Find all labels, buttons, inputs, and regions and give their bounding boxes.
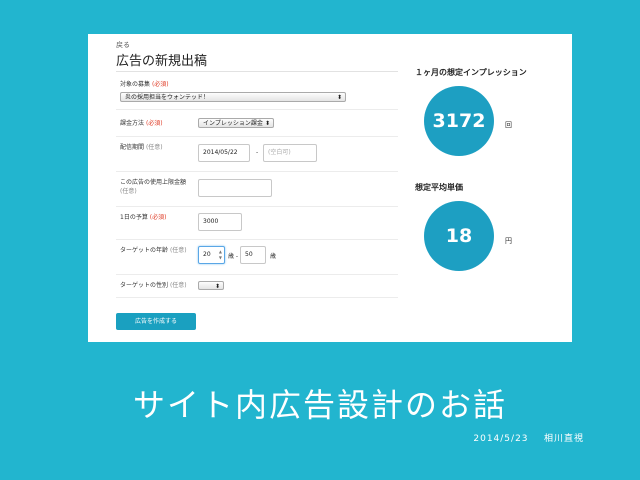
age-min-input[interactable]: 20 ▲ ▼: [198, 246, 225, 264]
unit-price-heading: 想定平均単価: [415, 183, 463, 192]
impressions-value: 3172: [432, 110, 486, 132]
daily-budget-label: 1日の予算 (必須): [120, 214, 167, 221]
target-job-label: 対象の募集 (必須): [120, 81, 169, 88]
stepper-arrows-icon[interactable]: ▲ ▼: [219, 249, 222, 261]
period-separator: -: [256, 149, 259, 156]
form-row-gender: ターゲットの性別 (任意) ⬍: [116, 275, 398, 298]
billing-select[interactable]: インプレッション課金 ⬍: [198, 118, 274, 128]
select-arrows-icon: ⬍: [214, 283, 220, 290]
page-title: 広告の新規出稿: [116, 54, 208, 69]
optional-tag: (任意): [169, 247, 187, 254]
form-row-target-job: 対象の募集 (必須) 炎の採用担当をウォンテッド！ ⬍: [116, 72, 398, 110]
impressions-circle: 3172: [424, 86, 494, 156]
optional-tag: (任意): [169, 282, 187, 289]
unit-price-circle: 18: [424, 201, 494, 271]
gender-label: ターゲットの性別 (任意): [120, 282, 187, 289]
required-tag: (必須): [151, 81, 169, 88]
slide-byline: 2014/5/23 相川直視: [473, 431, 584, 444]
slide-date: 2014/5/23: [473, 434, 529, 444]
optional-tag: (任意): [120, 188, 137, 195]
create-ad-button[interactable]: 広告を作成する: [116, 313, 196, 330]
optional-tag: (任意): [145, 144, 163, 151]
slide-title: サイト内広告設計のお話: [132, 386, 507, 424]
select-arrows-icon: ⬍: [336, 94, 342, 101]
daily-budget-input[interactable]: 3000: [198, 213, 242, 231]
select-arrows-icon: ⬍: [264, 120, 270, 127]
budget-limit-label: この広告の使用上限金額 (任意): [120, 179, 187, 195]
unit-price-unit: 円: [505, 237, 512, 245]
form-row-period: 配信期間 (任意) 2014/05/22 - (空白可): [116, 137, 398, 172]
impressions-heading: １ヶ月の想定インプレッション: [415, 68, 527, 77]
required-tag: (必須): [149, 214, 167, 221]
budget-limit-input[interactable]: [198, 179, 272, 197]
back-link[interactable]: 戻る: [116, 40, 130, 50]
period-start-input[interactable]: 2014/05/22: [198, 144, 250, 162]
screenshot-frame: 戻る 広告の新規出稿 対象の募集 (必須) 炎の採用担当をウォンテッド！ ⬍ 課…: [88, 34, 572, 342]
period-label: 配信期間 (任意): [120, 144, 163, 151]
form-row-billing: 課金方法 (必須) インプレッション課金 ⬍: [116, 110, 398, 137]
form-row-age: ターゲットの年齢 (任意) 20 ▲ ▼ 歳 - 50 歳: [116, 240, 398, 275]
period-end-input[interactable]: (空白可): [263, 144, 317, 162]
required-tag: (必須): [145, 120, 163, 127]
form-row-budget-limit: この広告の使用上限金額 (任意): [116, 172, 398, 207]
age-unit-to: 歳: [270, 253, 277, 260]
age-max-input[interactable]: 50: [240, 246, 266, 264]
age-unit-from: 歳 -: [228, 253, 239, 260]
age-label: ターゲットの年齢 (任意): [120, 247, 187, 254]
target-job-select[interactable]: 炎の採用担当をウォンテッド！ ⬍: [120, 92, 346, 102]
gender-select[interactable]: ⬍: [198, 281, 224, 290]
form-row-daily-budget: 1日の予算 (必須) 3000: [116, 207, 398, 240]
unit-price-value: 18: [445, 225, 473, 247]
impressions-unit: 回: [505, 121, 512, 129]
billing-label: 課金方法 (必須): [120, 120, 163, 127]
slide-author: 相川直視: [543, 434, 584, 444]
